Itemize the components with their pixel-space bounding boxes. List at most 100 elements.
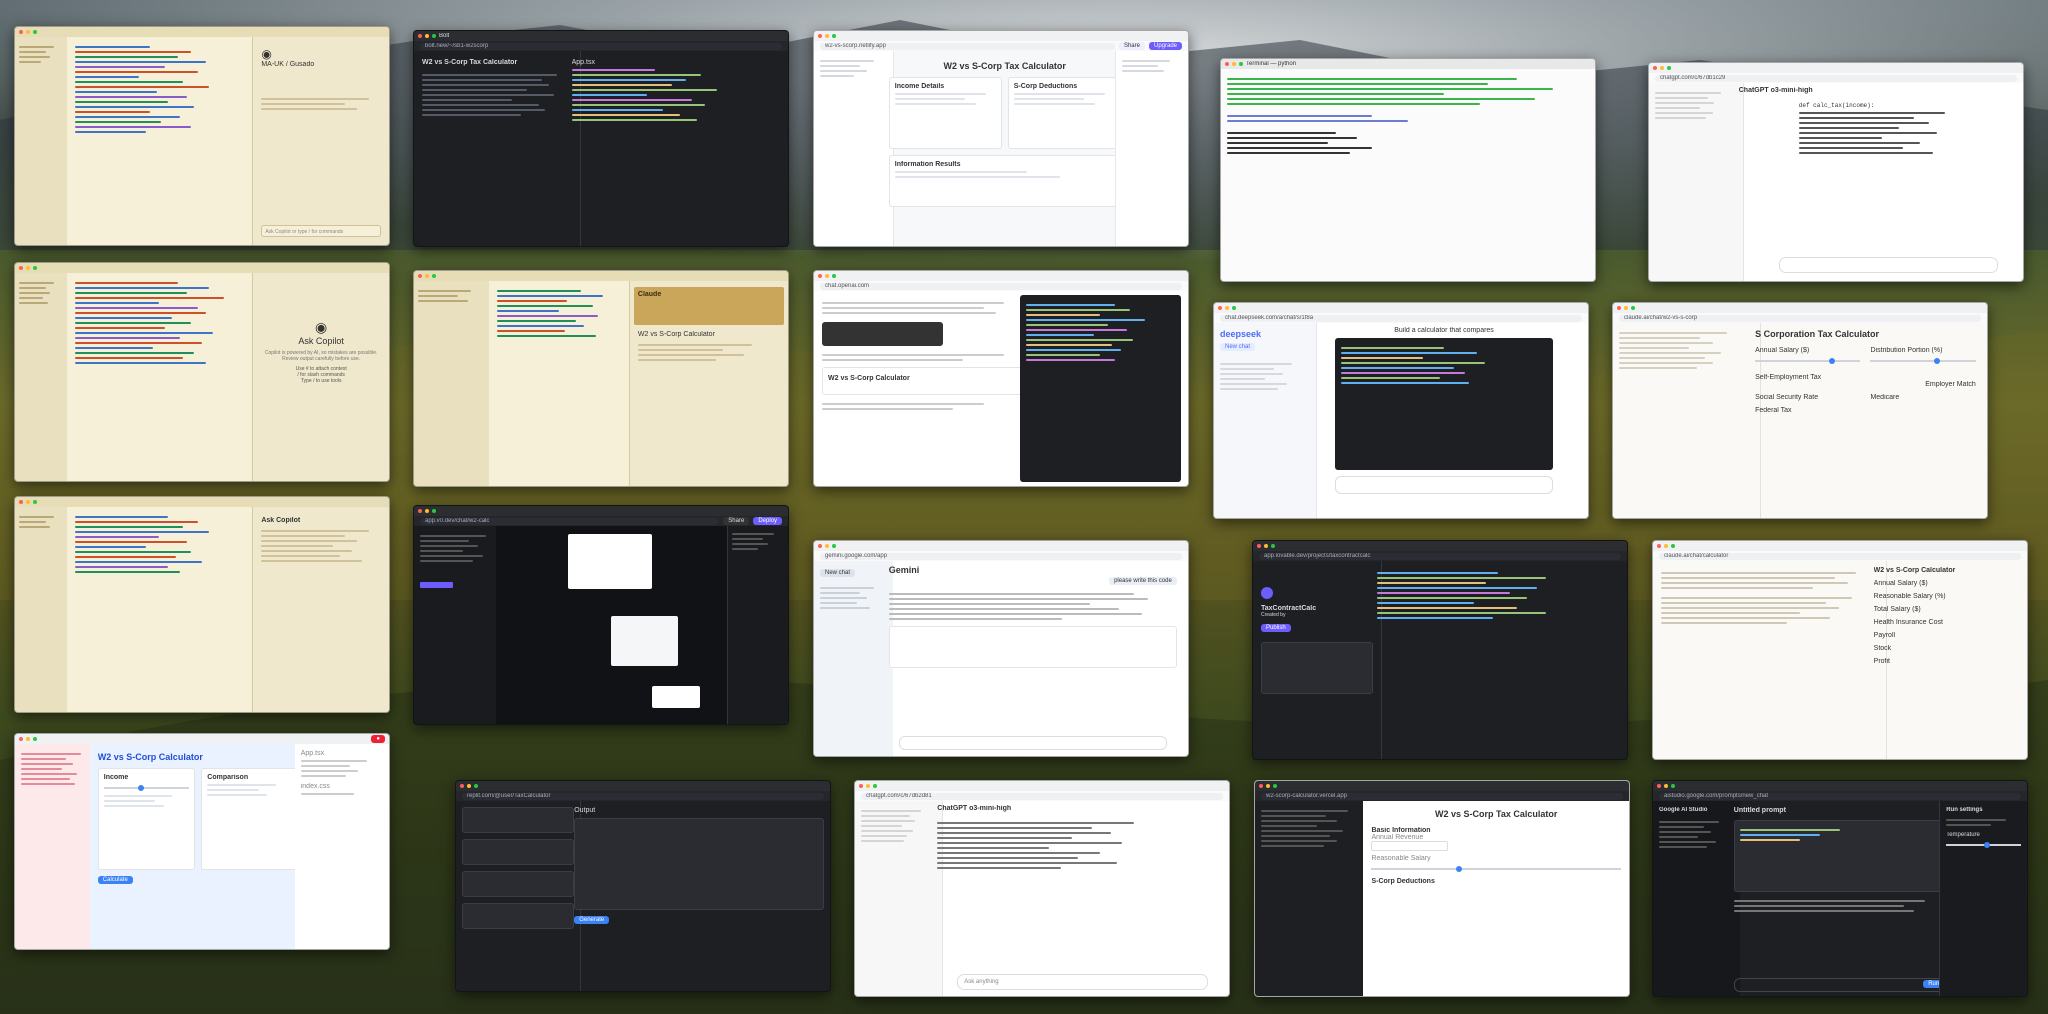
title-bar xyxy=(1255,781,1629,791)
artifact-card[interactable]: W2 vs S-Corp Calculator xyxy=(828,375,910,382)
code-editor[interactable] xyxy=(67,507,270,712)
calculate-button[interactable]: Calculate xyxy=(97,876,133,884)
calculator-title: W2 vs S-Corp Calculator xyxy=(1873,567,1956,574)
title-bar xyxy=(15,27,389,37)
chatgpt-window-3[interactable]: chatgpt.com/c/67db2d81 ChatGPT o3-mini-h… xyxy=(854,780,1230,997)
address-bar[interactable]: chatgpt.com/c/67db2d81 xyxy=(861,792,1223,800)
app-preview-window[interactable]: ● W2 vs S-Corp Calculator Income Compari… xyxy=(14,733,390,950)
file-tab[interactable]: App.tsx xyxy=(301,750,383,757)
temperature-slider[interactable] xyxy=(1946,842,2021,848)
address-bar[interactable]: chat.deepseek.com/a/chat/s/1f8a xyxy=(1220,314,1582,322)
title-bar xyxy=(414,506,788,516)
vscode-window-1[interactable]: ◉ MA-UK / Gusado Ask Copilot or type / f… xyxy=(14,26,390,246)
address-bar[interactable]: aistudio.google.com/prompts/new_chat xyxy=(1659,792,2021,800)
deepseek-window[interactable]: chat.deepseek.com/a/chat/s/1f8a deepseek… xyxy=(1213,302,1589,519)
vscode-claude-window[interactable]: Claude W2 vs S-Corp Calculator xyxy=(413,270,789,487)
explorer-sidebar[interactable] xyxy=(15,37,69,245)
code-line: def calc_tax(income): xyxy=(1798,102,1875,109)
title-bar xyxy=(15,497,389,507)
ai-studio-window[interactable]: aistudio.google.com/prompts/new_chat Goo… xyxy=(1652,780,2028,997)
model-selector[interactable]: ChatGPT o3-mini-high xyxy=(937,805,1218,812)
code-editor[interactable] xyxy=(67,273,270,481)
field-label: Stock xyxy=(1873,645,1892,652)
address-bar[interactable]: replit.com/@user/TaxCalculator xyxy=(462,792,824,800)
address-bar[interactable]: app.lovable.dev/projects/taxcontractcalc xyxy=(1259,552,1621,560)
copilot-chat-panel[interactable]: Ask Copilot xyxy=(252,507,389,712)
vercel-calculator-window[interactable]: w2-scorp-calculator.vercel.app W2 vs S-C… xyxy=(1254,780,1630,997)
v0-window[interactable]: app.v0.dev/chat/w2-calc Share Deploy xyxy=(413,505,789,725)
employer-match-toggle[interactable]: Employer Match xyxy=(1755,381,1976,388)
copilot-chat-panel[interactable]: ◉ MA-UK / Gusado Ask Copilot or type / f… xyxy=(252,37,389,245)
section-title: Income Details xyxy=(894,83,945,90)
code-editor[interactable] xyxy=(488,281,646,486)
address-bar[interactable]: chatgpt.com/c/67db1c29 xyxy=(1655,74,2017,82)
section-title: Income xyxy=(103,774,129,781)
copilot-icon: ◉ xyxy=(315,319,328,335)
chatgpt-window-2[interactable]: chat.openai.com W2 vs S-Corp Calculator xyxy=(813,270,1189,487)
temperature-label: Temperature xyxy=(1946,832,1980,838)
deploy-button[interactable]: Deploy xyxy=(753,517,782,525)
claude-panel[interactable]: Claude W2 vs S-Corp Calculator xyxy=(628,281,788,486)
copilot-chat-panel[interactable]: ◉ Ask Copilot Copilot is powered by AI, … xyxy=(252,273,389,481)
panel-label: Ask Copilot xyxy=(298,336,344,346)
ai-studio-brand: Google AI Studio xyxy=(1659,807,1708,813)
salary-slider[interactable] xyxy=(1755,358,1861,364)
message-title: Build a calculator that compares xyxy=(1394,327,1494,334)
file-tab[interactable]: App.tsx xyxy=(572,59,780,66)
new-chat-button[interactable]: New chat xyxy=(820,569,856,577)
panel-description: Copilot is powered by AI, so mistakes ar… xyxy=(264,350,378,362)
calculator-title: S Corporation Tax Calculator xyxy=(1755,329,1879,339)
chat-input[interactable]: Ask Copilot or type / for commands xyxy=(262,229,343,235)
address-bar[interactable]: app.v0.dev/chat/w2-calc xyxy=(420,517,720,525)
title-bar xyxy=(814,541,1188,551)
revenue-input[interactable] xyxy=(1371,841,1449,851)
output-label: Output xyxy=(574,807,596,814)
generate-button[interactable]: Generate xyxy=(574,916,610,924)
address-bar[interactable]: w2-scorp-calculator.vercel.app xyxy=(1261,792,1623,800)
replit-window[interactable]: replit.com/@user/TaxCalculator Output Ge… xyxy=(455,780,831,992)
share-button[interactable]: Share xyxy=(1118,42,1145,50)
hint-link: Type / to use tools xyxy=(300,378,342,384)
chatgpt-window-1[interactable]: chatgpt.com/c/67db1c29 ChatGPT o3-mini-h… xyxy=(1648,62,2024,282)
panel-label: Ask Copilot xyxy=(261,517,301,524)
claude-w2-window[interactable]: claude.ai/chat/calculator W2 vs S-Corp C… xyxy=(1652,540,2028,760)
title-bar: ● xyxy=(15,734,389,744)
field-label: Medicare xyxy=(1870,394,1900,401)
address-bar[interactable]: claude.ai/chat/w2-vs-s-corp xyxy=(1619,314,1981,322)
field-label: Self-Employment Tax xyxy=(1755,374,1822,381)
title-bar xyxy=(456,781,830,791)
gemini-brand: Gemini xyxy=(888,565,920,575)
vscode-window-2[interactable]: ◉ Ask Copilot Copilot is powered by AI, … xyxy=(14,262,390,482)
vscode-window-3[interactable]: Ask Copilot xyxy=(14,496,390,713)
distribution-slider[interactable] xyxy=(1870,358,1976,364)
code-editor[interactable] xyxy=(67,37,270,245)
bolt-browser-window[interactable]: Bolt bolt.new/~/sb1-w2scorp W2 vs S-Corp… xyxy=(413,30,789,247)
address-bar[interactable]: gemini.google.com/app xyxy=(820,552,1182,560)
terminal-window[interactable]: Terminal — python xyxy=(1220,58,1596,282)
section-title: Comparison xyxy=(207,774,249,781)
share-button[interactable]: Share xyxy=(723,517,750,525)
lovable-window[interactable]: app.lovable.dev/projects/taxcontractcalc… xyxy=(1252,540,1628,760)
chat-title: W2 vs S-Corp Tax Calculator xyxy=(422,59,518,66)
gemini-window[interactable]: gemini.google.com/app New chat Gemini pl… xyxy=(813,540,1189,757)
file-tab[interactable]: index.css xyxy=(301,783,383,790)
title-bar xyxy=(1649,63,2023,73)
salary-slider[interactable] xyxy=(1371,866,1621,872)
claude-scorp-window[interactable]: claude.ai/chat/w2-vs-s-corp S Corporatio… xyxy=(1612,302,1988,519)
field-label: Reasonable Salary xyxy=(1371,855,1431,862)
publish-button[interactable]: Publish xyxy=(1261,624,1291,632)
run-settings-title: Run settings xyxy=(1946,807,1983,813)
chat-input[interactable]: Ask anything xyxy=(958,979,998,985)
new-chat-button[interactable]: New chat xyxy=(1220,343,1256,351)
title-bar xyxy=(1653,541,2027,551)
address-bar[interactable]: bolt.new/~/sb1-w2scorp xyxy=(420,42,782,50)
model-selector[interactable]: ChatGPT o3-mini-high xyxy=(1739,87,2008,94)
calculator-preview-window[interactable]: w2-vs-scorp.netlify.app Share Upgrade W2 v… xyxy=(813,30,1189,247)
title-bar: Bolt xyxy=(414,31,788,41)
address-bar[interactable]: w2-vs-scorp.netlify.app xyxy=(820,42,1115,50)
address-bar[interactable]: claude.ai/chat/calculator xyxy=(1659,552,2021,560)
upgrade-button[interactable]: Upgrade xyxy=(1148,42,1182,50)
field-label: Total Salary ($) xyxy=(1873,606,1921,613)
copilot-icon: ◉ xyxy=(261,47,272,61)
address-bar[interactable]: chat.openai.com xyxy=(820,282,1182,290)
